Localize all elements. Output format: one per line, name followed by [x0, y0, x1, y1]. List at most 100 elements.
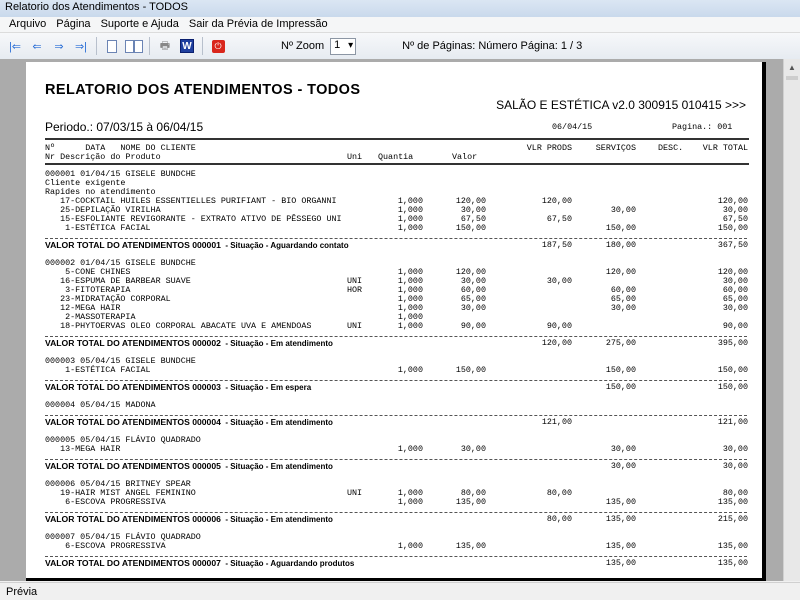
cell-total: 30,00: [722, 444, 748, 454]
total-situation: - Situação - Em atendimento: [220, 418, 333, 427]
header-prods: VLR PRODS: [526, 143, 572, 153]
cell-total: 135,00: [717, 541, 748, 551]
atendimento-block: 000004 05/04/15 MADONA VALOR TOTAL DO ATE…: [26, 401, 766, 436]
menu-pagina[interactable]: Página: [51, 17, 95, 32]
last-page-icon[interactable]: ⇒|: [72, 37, 90, 55]
total-situation: - Situação - Aguardando contato: [220, 241, 349, 250]
total-label-text: VALOR TOTAL DO ATENDIMENTOS 000006: [45, 514, 221, 524]
two-pages-icon[interactable]: [125, 37, 143, 55]
cell-prods: 90,00: [546, 321, 572, 331]
total-label: VALOR TOTAL DO ATENDIMENTOS 000007 - Sit…: [45, 558, 354, 568]
header-valor: Valor: [452, 152, 478, 162]
cell-serv: 135,00: [605, 541, 636, 551]
total-label: VALOR TOTAL DO ATENDIMENTOS 000002 - Sit…: [45, 338, 333, 348]
total-total: 121,00: [717, 417, 748, 427]
next-page-icon[interactable]: ⇒: [50, 37, 68, 55]
block-total-row: VALOR TOTAL DO ATENDIMENTOS 000006 - Sit…: [26, 513, 766, 524]
cell-desc: 18-PHYTOERVAS OLEO CORPORAL ABACATE UVA …: [45, 321, 312, 331]
report-date: 06/04/15: [552, 122, 593, 132]
page-info: Nº de Páginas: Número Página: 1 / 3: [402, 40, 583, 52]
block-total-row: VALOR TOTAL DO ATENDIMENTOS 000003 - Sit…: [26, 381, 766, 392]
total-serv: 150,00: [605, 382, 636, 392]
cell-valor: 150,00: [455, 223, 486, 233]
divider: [202, 37, 203, 55]
atendimento-block: 000005 05/04/15 FLÁVIO QUADRADO 13-MEGA …: [26, 436, 766, 480]
total-label-text: VALOR TOTAL DO ATENDIMENTOS 000005: [45, 461, 221, 471]
cell-total: 90,00: [722, 321, 748, 331]
scroll-up-icon[interactable]: ▲: [784, 59, 800, 76]
divider: [45, 138, 749, 140]
single-page-icon[interactable]: [103, 37, 121, 55]
atendimento-block: 000007 05/04/15 FLÁVIO QUADRADO 6-ESCOVA…: [26, 533, 766, 577]
previous-page-icon[interactable]: ⇐: [28, 37, 46, 55]
cell-total: 150,00: [717, 365, 748, 375]
cell-total: 135,00: [717, 497, 748, 507]
column-headers: Nº DATA NOME DO CLIENTE VLR PRODS SERVIÇ…: [26, 144, 766, 162]
header-qty: Quantia: [378, 152, 414, 162]
cell-total: 30,00: [722, 303, 748, 313]
menu-suporte[interactable]: Suporte e Ajuda: [96, 17, 184, 32]
cell-serv: 30,00: [610, 444, 636, 454]
vertical-scrollbar[interactable]: ▲: [783, 59, 800, 581]
scroll-thumb[interactable]: [786, 76, 798, 80]
cell-desc: 1-ESTÉTICA FACIAL: [45, 365, 151, 375]
total-label-text: VALOR TOTAL DO ATENDIMENTOS 000004: [45, 417, 221, 427]
window-title: Relatorio dos Atendimentos - TODOS: [0, 0, 800, 17]
menu-sair-previa[interactable]: Sair da Prévia de Impressão: [184, 17, 333, 32]
total-label: VALOR TOTAL DO ATENDIMENTOS 000003 - Sit…: [45, 382, 311, 392]
total-situation: - Situação - Em atendimento: [220, 462, 333, 471]
word-export-icon[interactable]: W: [178, 37, 196, 55]
atendimento-block: 000001 01/04/15 GISELE BUNDCHE Cliente ex…: [26, 170, 766, 259]
block-total-row: VALOR TOTAL DO ATENDIMENTOS 000002 - Sit…: [26, 337, 766, 348]
zoom-select[interactable]: 1: [330, 37, 357, 55]
divider: [45, 163, 749, 165]
first-page-icon[interactable]: |⇐: [6, 37, 24, 55]
system-name: SALÃO E ESTÉTICA v2.0 300915 010415 >>>: [496, 98, 746, 112]
cell-uni: UNI: [347, 488, 363, 498]
total-prods: 80,00: [546, 514, 572, 524]
cell-qty: 1,000: [397, 444, 423, 454]
total-total: 367,50: [717, 240, 748, 250]
cell-uni: UNI: [347, 321, 363, 331]
total-situation: - Situação - Em atendimento: [220, 339, 333, 348]
divider: [149, 37, 150, 55]
cell-valor: 30,00: [460, 444, 486, 454]
menu-arquivo[interactable]: Arquivo: [4, 17, 51, 32]
table-row: 1-ESTÉTICA FACIAL 1,000 150,00 150,00 150,00: [26, 224, 766, 233]
cell-qty: 1,000: [397, 365, 423, 375]
total-situation: - Situação - Aguardando produtos: [220, 559, 355, 568]
total-label: VALOR TOTAL DO ATENDIMENTOS 000004 - Sit…: [45, 417, 333, 427]
table-row: 6-ESCOVA PROGRESSIVA 1,000 135,00 135,00 135…: [26, 542, 766, 551]
report-body: 000001 01/04/15 GISELE BUNDCHE Cliente ex…: [26, 170, 766, 577]
cell-qty: 1,000: [397, 223, 423, 233]
total-label-text: VALOR TOTAL DO ATENDIMENTOS 000001: [45, 240, 221, 250]
toolbar: |⇐ ⇐ ⇒ ⇒| 🖶 W ⏻ Nº Zoom 1 Nº de Páginas:…: [0, 33, 800, 59]
header-serv: SERVIÇOS: [595, 143, 636, 153]
total-serv: 180,00: [605, 240, 636, 250]
total-total: 135,00: [717, 558, 748, 568]
cell-valor: 30,00: [460, 303, 486, 313]
cell-serv: 150,00: [605, 223, 636, 233]
table-row: 16-ESPUMA DE BARBEAR SUAVE UNI 1,000 30,00 3…: [26, 277, 766, 286]
header-uni: Uni: [347, 152, 363, 162]
cell-desc: 1-ESTÉTICA FACIAL: [45, 223, 151, 233]
zoom-label: Nº Zoom: [281, 40, 325, 52]
cell-total: 150,00: [717, 223, 748, 233]
table-row: 23-MIDRATAÇÃO CORPORAL 1,000 65,00 65,00 65,…: [26, 295, 766, 304]
block-header-row: 000005 05/04/15 FLÁVIO QUADRADO: [26, 436, 766, 445]
close-preview-icon[interactable]: ⏻: [209, 37, 227, 55]
block-total-row: VALOR TOTAL DO ATENDIMENTOS 000004 - Sit…: [26, 416, 766, 427]
report-page-number: Pagina.: 001: [672, 122, 733, 132]
total-label: VALOR TOTAL DO ATENDIMENTOS 000006 - Sit…: [45, 514, 333, 524]
table-row: 6-ESCOVA PROGRESSIVA 1,000 135,00 135,00 135…: [26, 498, 766, 507]
report-title: RELATORIO DOS ATENDIMENTOS - TODOS: [45, 82, 361, 98]
cell-desc: 6-ESCOVA PROGRESSIVA: [45, 541, 166, 551]
total-serv: 275,00: [605, 338, 636, 348]
print-icon[interactable]: 🖶: [156, 37, 174, 55]
block-header-row: 000001 01/04/15 GISELE BUNDCHE: [26, 170, 766, 179]
table-row: 12-MEGA HAIR 1,000 30,00 30,00 30,00: [26, 304, 766, 313]
cell-qty: 1,000: [397, 321, 423, 331]
atendimento-block: 000006 05/04/15 BRITNEY SPEAR 19-HAIR MI…: [26, 480, 766, 533]
total-serv: 30,00: [610, 461, 636, 471]
total-prods: 120,00: [541, 338, 572, 348]
